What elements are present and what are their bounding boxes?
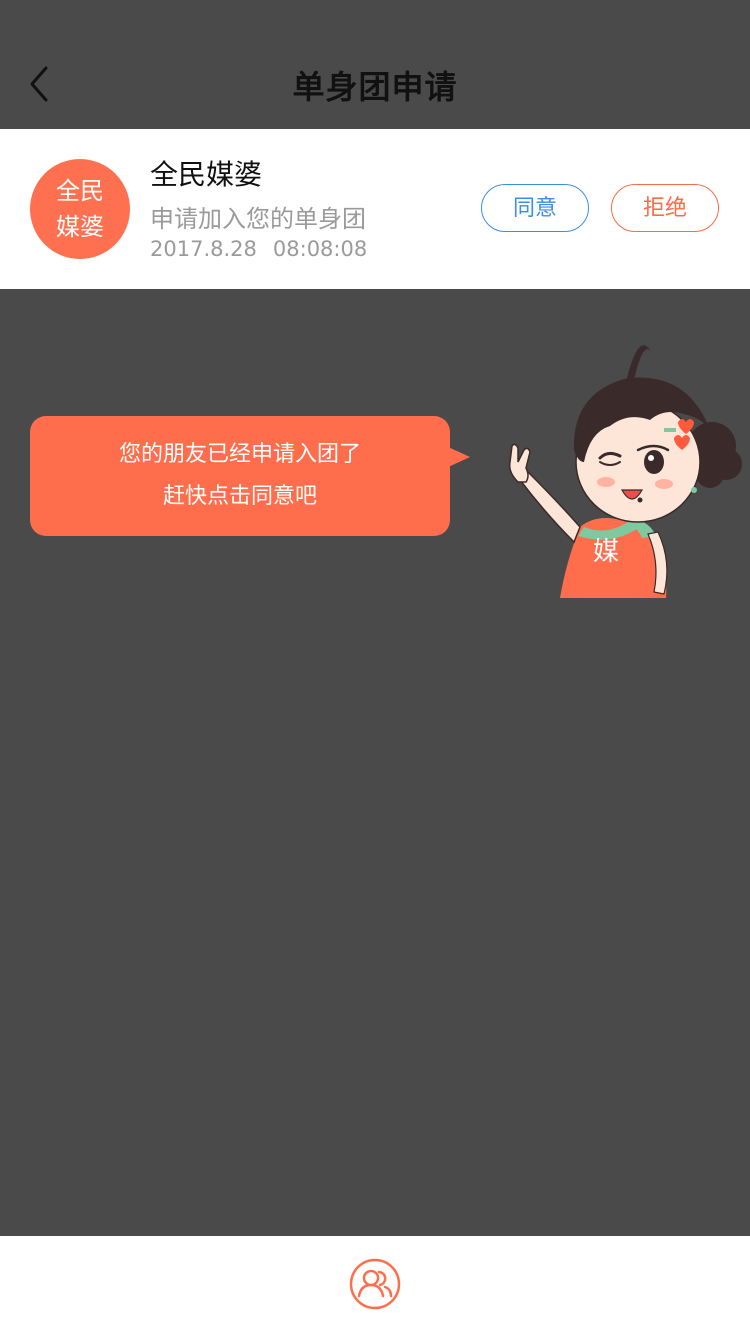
nav-bar: 单身团申请 (0, 0, 750, 128)
requester-name: 全民媒婆 (150, 158, 263, 191)
group-button[interactable] (349, 1258, 401, 1310)
bubble-tail (446, 446, 470, 468)
matchmaker-mascot: 媒 (508, 345, 742, 598)
hint-line-1: 您的朋友已经申请入团了 (118, 442, 361, 467)
request-time: 08:08:08 (272, 237, 368, 261)
reject-button[interactable]: 拒绝 (611, 184, 719, 232)
hint-line-2: 赶快点击同意吧 (162, 484, 317, 509)
agree-button[interactable]: 同意 (481, 184, 589, 232)
group-icon (349, 1258, 401, 1310)
page-title: 单身团申请 (292, 68, 458, 106)
request-timestamp: 2017.8.28 08:08:08 (150, 237, 367, 261)
bottom-bar (0, 1236, 750, 1334)
hint-bubble: 您的朋友已经申请入团了 赶快点击同意吧 (30, 416, 450, 536)
mascot-badge: 媒 (593, 537, 619, 567)
avatar: 全民 媒婆 (30, 159, 130, 259)
request-date: 2017.8.28 (150, 237, 257, 261)
request-message: 申请加入您的单身团 (150, 205, 366, 233)
avatar-line-1: 全民 (56, 177, 104, 205)
avatar-line-2: 媒婆 (56, 213, 104, 241)
request-card: 全民 媒婆 全民媒婆 申请加入您的单身团 2017.8.28 08:08:08 同… (0, 129, 750, 289)
